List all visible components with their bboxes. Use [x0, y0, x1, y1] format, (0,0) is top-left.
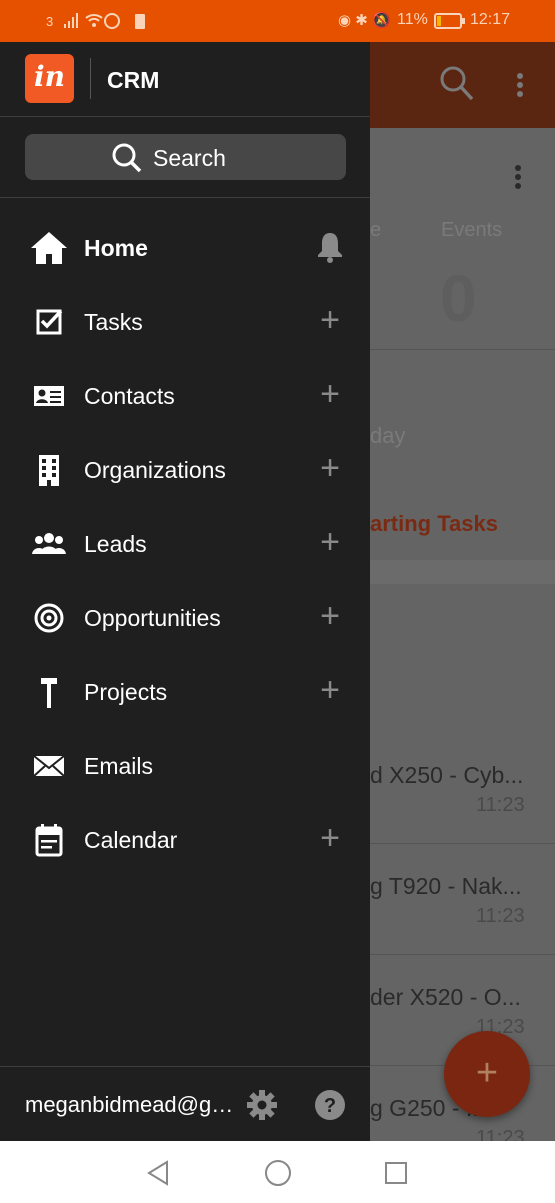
recents-icon[interactable]	[384, 1161, 408, 1185]
drawer-item-label: Opportunities	[84, 605, 221, 631]
drawer-item-projects[interactable]: Projects +	[0, 655, 370, 729]
hammer-icon	[41, 678, 57, 708]
drawer-item-tasks[interactable]: Tasks +	[0, 285, 370, 359]
clock: 12:17	[470, 11, 511, 28]
drawer-item-leads[interactable]: Leads +	[0, 507, 370, 581]
drawer-item-label: Tasks	[84, 309, 143, 335]
drawer-item-calendar[interactable]: Calendar +	[0, 803, 370, 877]
calendar-icon	[35, 824, 63, 857]
item-time: 11:23	[476, 794, 525, 816]
drawer-item-label: Contacts	[84, 383, 175, 409]
plus-icon[interactable]: +	[315, 303, 345, 339]
plus-icon[interactable]: +	[315, 525, 345, 561]
drawer-item-label: Organizations	[84, 457, 226, 483]
drawer-item-organizations[interactable]: Organizations +	[0, 433, 370, 507]
drawer-item-label: Calendar	[84, 827, 178, 853]
plus-icon[interactable]: +	[315, 673, 345, 709]
contact-card-icon	[34, 386, 64, 406]
search-button[interactable]: Search	[25, 134, 346, 180]
eye-bluetooth-mute-icons: ◉ ✱ 🔕	[338, 12, 391, 29]
app-logo: in	[25, 54, 74, 103]
search-icon	[112, 143, 142, 173]
divider	[0, 116, 370, 117]
plus-icon[interactable]: +	[315, 599, 345, 635]
carrier-text: 3	[46, 14, 54, 29]
plus-icon[interactable]: +	[315, 821, 345, 857]
item-title: der X520 - O...	[370, 984, 521, 1010]
plus-icon[interactable]: +	[315, 451, 345, 487]
signal-icon	[64, 12, 124, 35]
drawer-item-label: Projects	[84, 679, 168, 705]
drawer-item-label: Emails	[84, 753, 154, 779]
back-icon[interactable]	[146, 1160, 170, 1186]
divider	[0, 197, 370, 198]
system-nav-bar	[0, 1141, 555, 1203]
checkbox-icon	[36, 309, 63, 335]
battery-alert-icon	[135, 12, 145, 34]
card-more-icon[interactable]	[513, 164, 523, 192]
drawer-item-opportunities[interactable]: Opportunities +	[0, 581, 370, 655]
drawer-item-label: Leads	[84, 531, 147, 557]
events-count: 0	[440, 261, 477, 335]
bell-icon[interactable]	[315, 229, 345, 265]
home-nav-icon[interactable]	[264, 1159, 292, 1187]
item-title: g T920 - Nak...	[370, 873, 522, 899]
starting-tasks-link[interactable]: arting Tasks	[370, 511, 498, 537]
drawer-item-home[interactable]: Home	[0, 211, 370, 285]
day-label: day	[370, 423, 406, 448]
divider	[0, 1066, 370, 1067]
gear-icon[interactable]	[246, 1089, 278, 1121]
status-bar: 3 ◉ ✱ 🔕 11% 12:17	[0, 0, 555, 42]
stat-label: e	[370, 219, 382, 241]
search-label: Search	[153, 145, 226, 171]
battery-percent: 11%	[397, 11, 428, 28]
building-icon	[39, 455, 59, 486]
target-icon	[34, 603, 64, 633]
item-time: 11:23	[476, 905, 525, 927]
svg-text:?: ?	[324, 1095, 336, 1117]
divider	[90, 58, 91, 99]
drawer-item-contacts[interactable]: Contacts +	[0, 359, 370, 433]
more-vert-icon[interactable]	[515, 72, 525, 100]
navigation-drawer: in CRM Search Home Tasks + Contacts + Or…	[0, 42, 370, 1141]
plus-icon: +	[475, 1052, 499, 1094]
help-icon[interactable]: ?	[314, 1089, 346, 1121]
search-icon[interactable]	[438, 64, 476, 104]
plus-icon[interactable]: +	[315, 377, 345, 413]
envelope-icon	[33, 755, 65, 777]
app-name: CRM	[107, 67, 160, 93]
item-title: d X250 - Cyb...	[370, 762, 524, 788]
add-fab-button[interactable]: +	[444, 1031, 530, 1117]
account-email[interactable]: meganbidmead@gmail.com	[25, 1092, 235, 1118]
drawer-item-label: Home	[84, 235, 148, 261]
home-icon	[31, 232, 67, 264]
battery-icon	[434, 13, 466, 34]
drawer-item-emails[interactable]: Emails	[0, 729, 370, 803]
events-label: Events	[441, 219, 503, 241]
people-icon	[32, 533, 66, 554]
